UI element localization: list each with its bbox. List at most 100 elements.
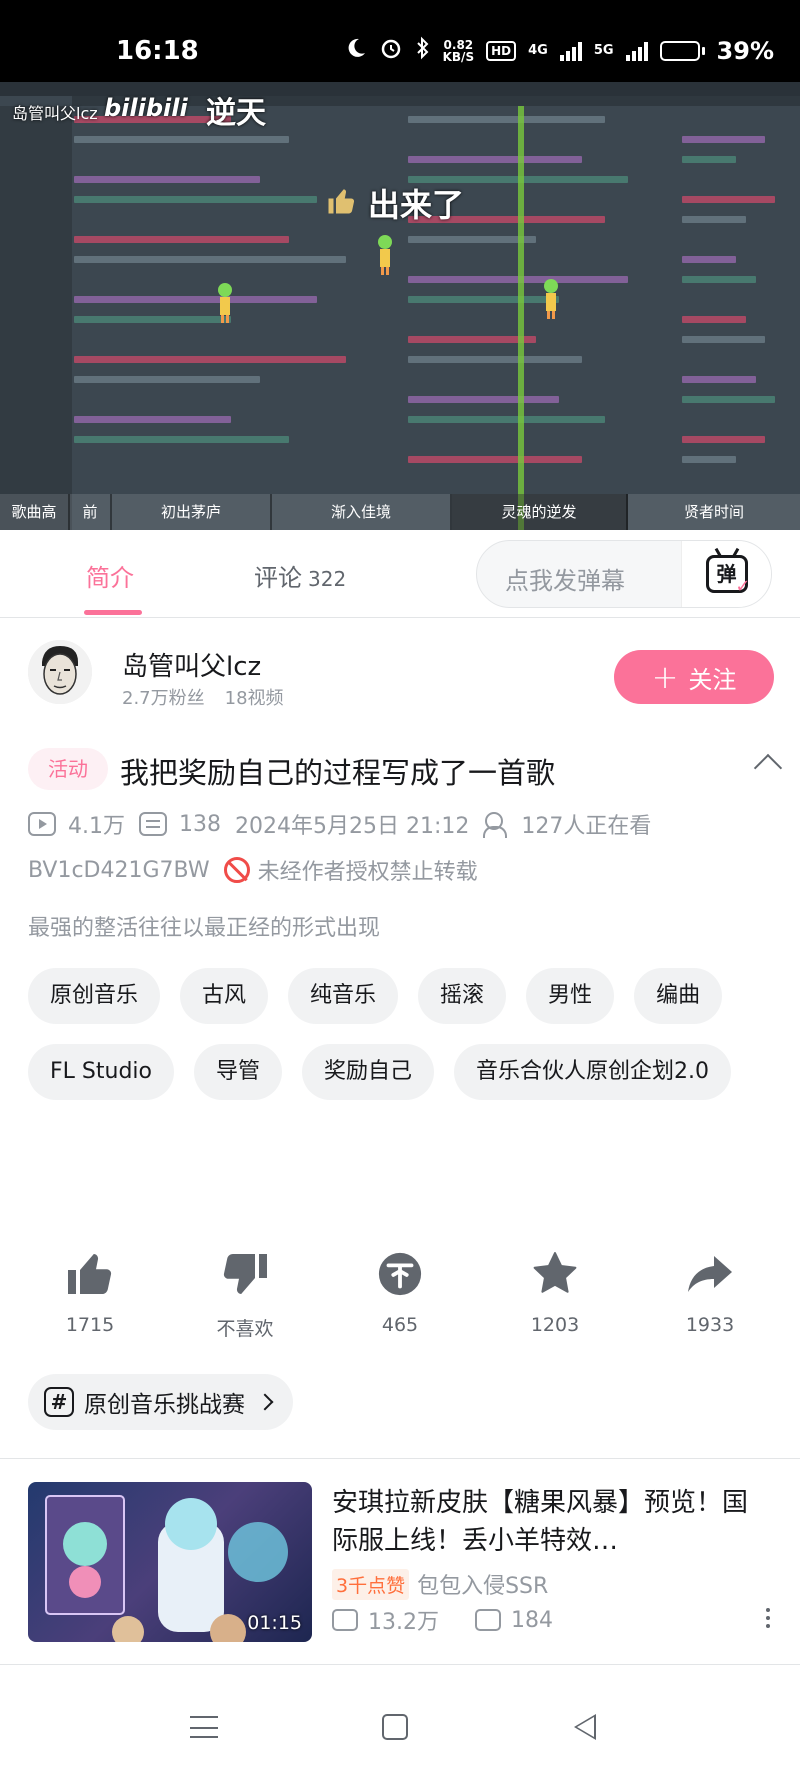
follow-label: 关注: [688, 665, 737, 694]
more-vertical-icon[interactable]: [766, 1608, 770, 1612]
tag-item[interactable]: 纯音乐: [288, 968, 399, 1024]
back-triangle-icon[interactable]: [574, 1714, 596, 1740]
chapter-item[interactable]: 贤者时间: [628, 494, 800, 530]
hd-badge: HD: [486, 40, 517, 61]
coin-icon: [340, 1246, 460, 1302]
danmaku-toggle-button[interactable]: 弹 ✓: [681, 541, 771, 607]
chapter-item[interactable]: 歌曲高: [0, 494, 70, 530]
battery-icon: [659, 40, 705, 61]
people-icon: [483, 812, 513, 838]
copyright-notice: 未经作者授权禁止转载: [257, 860, 478, 885]
daw-pattern-block: [74, 356, 346, 363]
chevron-up-icon[interactable]: [753, 753, 783, 783]
tag-item[interactable]: 音乐合伙人原创企划2.0: [454, 1044, 732, 1100]
uploader-watermark: 岛管叫父lcz: [12, 104, 98, 123]
no-repost-icon: [223, 857, 250, 883]
challenge-chip[interactable]: # 原创音乐挑战赛: [28, 1374, 293, 1430]
chapter-item[interactable]: 渐入佳境: [272, 494, 452, 530]
danmaku-tv-icon: 弹 ✓: [705, 555, 751, 596]
danmaku-input[interactable]: 点我发弹幕 弹 ✓: [476, 540, 772, 608]
tab-intro[interactable]: 简介: [86, 558, 134, 593]
uploader-meta: 2.7万粉丝 18视频: [122, 684, 284, 710]
tag-item[interactable]: 古风: [180, 968, 269, 1024]
tab-active-indicator: [84, 610, 142, 615]
recommended-video-thumbnail[interactable]: 01:15: [28, 1482, 312, 1642]
dislike-label: 不喜欢: [216, 1318, 274, 1340]
chapter-item[interactable]: 前: [70, 494, 112, 530]
bvid[interactable]: BV1cD421G7BW: [28, 858, 210, 883]
activity-badge[interactable]: 活动: [28, 748, 108, 790]
daw-pattern-block: [682, 156, 736, 163]
uploader-name[interactable]: 岛管叫父lcz: [122, 646, 261, 683]
recommended-video-author: 包包入侵SSR: [417, 1574, 549, 1599]
watching-count: 127人正在看: [521, 814, 652, 839]
bilibili-logo: bilibili: [104, 94, 188, 122]
publish-time: 2024年5月25日 21:12: [235, 814, 470, 839]
coin-button[interactable]: 465: [340, 1246, 460, 1341]
video-description: 最强的整活往往以最正经的形式出现: [28, 916, 381, 941]
share-button[interactable]: 1933: [650, 1246, 770, 1341]
thumbs-up-icon: [30, 1246, 150, 1302]
avatar[interactable]: [28, 640, 92, 704]
follow-button[interactable]: + 关注: [614, 650, 774, 704]
daw-pattern-block: [408, 396, 559, 403]
moon-icon: [345, 37, 367, 64]
network-4g-label: 4G: [528, 43, 548, 58]
thumbs-down-icon: [185, 1246, 305, 1302]
anime-character-figure: [540, 278, 562, 320]
uploader-videos: 18视频: [224, 688, 284, 709]
danmaku-input-placeholder: 点我发弹幕: [505, 567, 625, 595]
views-stat: 4.1万: [28, 808, 125, 840]
tag-item[interactable]: 编曲: [634, 968, 723, 1024]
daw-pattern-block: [682, 336, 766, 343]
chapter-bar[interactable]: 歌曲高 前 初出茅庐 渐入佳境 灵魂的逆发 贤者时间: [0, 494, 800, 530]
signal-icon-2: [625, 41, 648, 61]
daw-pattern-block: [408, 416, 606, 423]
daw-pattern-block: [74, 256, 346, 263]
like-button[interactable]: 1715: [30, 1246, 150, 1341]
video-player[interactable]: 岛管叫父lcz bilibili 逆天 出来了 歌曲高 前 初出茅庐 渐入佳境 …: [0, 82, 800, 530]
daw-pattern-block: [74, 196, 318, 203]
chapter-item-active[interactable]: 灵魂的逆发: [452, 494, 628, 530]
recommended-video-meta: 3千点赞 包包入侵SSR: [332, 1568, 548, 1600]
action-bar: 1715 不喜欢 465 1203 1933: [30, 1246, 770, 1341]
play-count-icon: [28, 812, 56, 836]
favorite-button[interactable]: 1203: [495, 1246, 615, 1341]
recommended-views: 13.2万: [368, 1610, 439, 1635]
daw-pattern-block: [408, 356, 582, 363]
chapter-item[interactable]: 初出茅庐: [112, 494, 272, 530]
tag-item[interactable]: 奖励自己: [302, 1044, 435, 1100]
daw-pattern-block: [408, 296, 559, 303]
recommended-danmaku: 184: [511, 1607, 553, 1633]
likes-badge: 3千点赞: [332, 1568, 410, 1600]
menu-icon[interactable]: [190, 1716, 218, 1738]
tag-item[interactable]: 摇滚: [418, 968, 507, 1024]
daw-pattern-block: [74, 136, 289, 143]
tag-item[interactable]: 原创音乐: [28, 968, 161, 1024]
detail-tabs: 简介 评论 322 点我发弹幕 弹 ✓: [0, 530, 800, 618]
dislike-button[interactable]: 不喜欢: [185, 1246, 305, 1341]
plus-icon: +: [651, 658, 679, 696]
daw-pattern-block: [408, 456, 582, 463]
battery-percent: 39%: [716, 36, 774, 65]
daw-pattern-block: [682, 396, 776, 403]
coin-count: 465: [381, 1314, 419, 1336]
challenge-label: 原创音乐挑战赛: [84, 1392, 245, 1418]
tab-intro-label: 简介: [86, 564, 134, 592]
recommended-video-title[interactable]: 安琪拉新皮肤【糖果风暴】预览！国际服上线！丢小羊特效…: [332, 1484, 772, 1560]
home-square-icon[interactable]: [382, 1714, 408, 1740]
tab-comments[interactable]: 评论 322: [254, 558, 346, 593]
tag-item[interactable]: FL Studio: [28, 1044, 174, 1100]
daw-pattern-block: [682, 456, 736, 463]
recommended-video[interactable]: 01:15 安琪拉新皮肤【糖果风暴】预览！国际服上线！丢小羊特效… 3千点赞 包…: [28, 1482, 780, 1642]
daw-pattern-block: [682, 196, 776, 203]
daw-pattern-block: [682, 216, 746, 223]
bluetooth-icon: [415, 36, 431, 65]
daw-pattern-block: [74, 436, 289, 443]
danmaku-stat: 138: [139, 812, 221, 837]
tag-item[interactable]: 男性: [526, 968, 615, 1024]
daw-pattern-block: [74, 296, 318, 303]
tag-item[interactable]: 导管: [193, 1044, 282, 1100]
danmaku-count-icon: [139, 812, 167, 836]
section-divider: [0, 1664, 800, 1665]
